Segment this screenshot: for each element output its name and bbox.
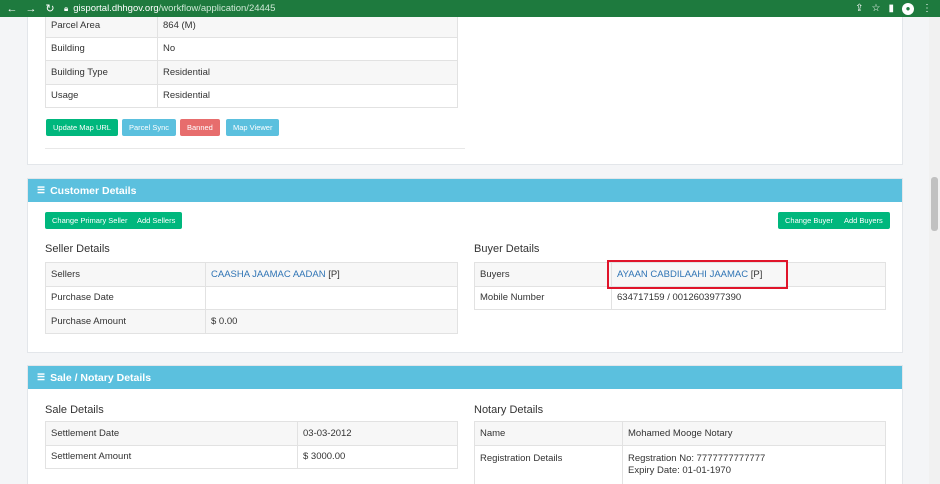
lock-icon: 🔒︎ bbox=[64, 3, 69, 13]
purchase-date-value bbox=[205, 285, 458, 310]
scrollbar-thumb[interactable] bbox=[931, 177, 938, 231]
building-label: Building bbox=[45, 36, 158, 61]
table-row: Registration Details Regstration No: 777… bbox=[474, 444, 886, 484]
divider bbox=[45, 148, 465, 149]
back-arrow-icon[interactable]: ← bbox=[6, 2, 18, 16]
sellers-cell: CAASHA JAAMAC AADAN [P] bbox=[205, 262, 458, 287]
change-buyer-button[interactable]: Change Buyer bbox=[778, 212, 840, 229]
change-primary-seller-button[interactable]: Change Primary Seller bbox=[45, 212, 135, 229]
seller-tag: [P] bbox=[328, 268, 340, 280]
seller-name-link[interactable]: CAASHA JAAMAC AADAN bbox=[211, 269, 326, 280]
table-row: Building No bbox=[45, 36, 458, 61]
notary-name-label: Name bbox=[474, 421, 623, 446]
url-path: /workflow/application/24445 bbox=[158, 3, 276, 14]
sellers-label: Sellers bbox=[45, 262, 206, 287]
building-value: No bbox=[157, 36, 458, 61]
forward-arrow-icon[interactable]: → bbox=[25, 2, 37, 16]
settlement-amount-label: Settlement Amount bbox=[45, 444, 298, 469]
registration-details-cell: Regstration No: 7777777777777 Expiry Dat… bbox=[622, 444, 886, 484]
mobile-number-value: 634717159 / 0012603977390 bbox=[611, 285, 886, 310]
buyer-details-title: Buyer Details bbox=[474, 243, 540, 255]
star-icon[interactable]: ☆ bbox=[872, 3, 881, 14]
page-content: Parcel Area 864 (M) Building No Building… bbox=[0, 17, 940, 484]
table-row: Parcel Area 864 (M) bbox=[45, 17, 458, 38]
parcel-area-label: Parcel Area bbox=[45, 17, 158, 38]
sale-table: Settlement Date 03-03-2012 Settlement Am… bbox=[45, 421, 458, 469]
list-icon: ☰ bbox=[37, 372, 46, 382]
customer-details-card: ☰ Customer Details Change Primary Seller… bbox=[27, 178, 903, 353]
registration-number: Regstration No: 7777777777777 bbox=[628, 452, 766, 464]
registration-details-label: Registration Details bbox=[474, 444, 623, 484]
parcel-sync-button[interactable]: Parcel Sync bbox=[122, 119, 177, 136]
parcel-area-value: 864 (M) bbox=[157, 17, 458, 38]
usage-value: Residential bbox=[157, 83, 458, 108]
building-type-label: Building Type bbox=[45, 60, 158, 85]
customer-details-header: ☰ Customer Details bbox=[28, 179, 902, 202]
seller-details-title: Seller Details bbox=[45, 243, 110, 255]
customer-details-title: Customer Details bbox=[50, 184, 137, 197]
settlement-date-label: Settlement Date bbox=[45, 421, 298, 446]
table-row: Settlement Date 03-03-2012 bbox=[45, 421, 458, 446]
settlement-amount-value: $ 3000.00 bbox=[297, 444, 458, 469]
url-host: gisportal.dhhgov.org bbox=[73, 3, 159, 14]
purchase-date-label: Purchase Date bbox=[45, 285, 206, 310]
menu-dots-icon[interactable]: ⋮ bbox=[922, 3, 932, 14]
address-bar[interactable]: 🔒︎ gisportal.dhhgov.org/workflow/applica… bbox=[64, 3, 275, 14]
table-row: Usage Residential bbox=[45, 83, 458, 108]
seller-table: Sellers CAASHA JAAMAC AADAN [P] Purchase… bbox=[45, 262, 458, 334]
map-viewer-button[interactable]: Map Viewer bbox=[226, 119, 280, 136]
mobile-number-label: Mobile Number bbox=[474, 285, 612, 310]
add-sellers-button[interactable]: Add Sellers bbox=[130, 212, 183, 229]
table-row: Building Type Residential bbox=[45, 60, 458, 85]
table-row: Sellers CAASHA JAAMAC AADAN [P] bbox=[45, 262, 458, 287]
reload-icon[interactable]: ↻ bbox=[44, 2, 56, 16]
sidebar-icon[interactable]: ▮ bbox=[888, 3, 894, 14]
notary-table: Name Mohamed Mooge Notary Registration D… bbox=[474, 421, 886, 484]
table-row: Purchase Date bbox=[45, 285, 458, 310]
banned-button[interactable]: Banned bbox=[180, 119, 220, 136]
sale-notary-header: ☰ Sale / Notary Details bbox=[28, 366, 902, 389]
buyer-highlight-box bbox=[607, 260, 788, 289]
table-row: Name Mohamed Mooge Notary bbox=[474, 421, 886, 446]
usage-label: Usage bbox=[45, 83, 158, 108]
sale-notary-card: ☰ Sale / Notary Details Sale Details Set… bbox=[27, 365, 903, 484]
settlement-date-value: 03-03-2012 bbox=[297, 421, 458, 446]
add-buyers-button[interactable]: Add Buyers bbox=[837, 212, 890, 229]
table-row: Purchase Amount $ 0.00 bbox=[45, 309, 458, 334]
sale-notary-title: Sale / Notary Details bbox=[50, 371, 152, 384]
purchase-amount-label: Purchase Amount bbox=[45, 309, 206, 334]
purchase-amount-value: $ 0.00 bbox=[205, 309, 458, 334]
page-scrollbar[interactable] bbox=[929, 17, 940, 484]
update-map-url-button[interactable]: Update Map URL bbox=[46, 119, 118, 136]
parcel-table: Parcel Area 864 (M) Building No Building… bbox=[45, 17, 458, 108]
building-type-value: Residential bbox=[157, 60, 458, 85]
browser-toolbar: ← → ↻ 🔒︎ gisportal.dhhgov.org/workflow/a… bbox=[0, 0, 940, 17]
table-row: Mobile Number 634717159 / 0012603977390 bbox=[474, 285, 886, 310]
parcel-details-card: Parcel Area 864 (M) Building No Building… bbox=[27, 17, 903, 165]
notary-name-value: Mohamed Mooge Notary bbox=[622, 421, 886, 446]
buyers-label: Buyers bbox=[474, 262, 612, 287]
table-row: Settlement Amount $ 3000.00 bbox=[45, 444, 458, 469]
expiry-date: Expiry Date: 01-01-1970 bbox=[628, 464, 731, 476]
list-icon: ☰ bbox=[37, 185, 46, 195]
share-icon[interactable]: ⇪ bbox=[855, 3, 863, 14]
profile-avatar-icon[interactable]: ● bbox=[902, 2, 914, 15]
sale-details-title: Sale Details bbox=[45, 404, 104, 416]
notary-details-title: Notary Details bbox=[474, 404, 544, 416]
